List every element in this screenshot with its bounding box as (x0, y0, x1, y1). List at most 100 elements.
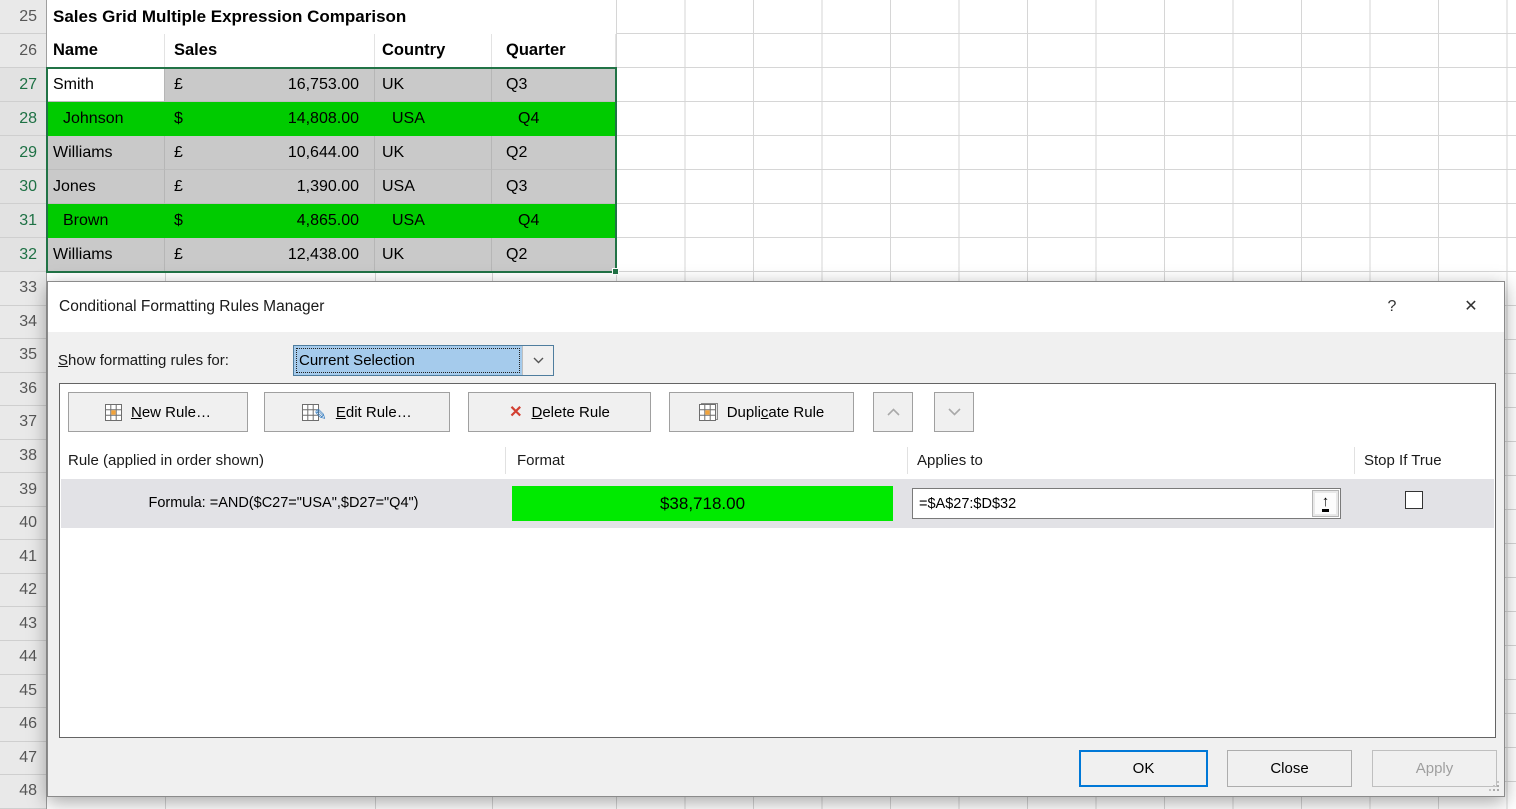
cell-country[interactable]: UK (375, 238, 492, 272)
delete-rule-button[interactable]: ✕ Delete Rule (468, 392, 651, 432)
header-country[interactable]: Country (375, 34, 492, 68)
delete-rule-label: Delete Rule (532, 404, 610, 421)
new-rule-label: New Rule… (131, 404, 211, 421)
close-button[interactable]: Close (1227, 750, 1352, 787)
header-name[interactable]: Name (47, 34, 165, 68)
header-sales[interactable]: Sales (165, 34, 375, 68)
header-quarter[interactable]: Quarter (492, 34, 616, 68)
row-header[interactable]: 28 (0, 102, 46, 136)
rule-list-item[interactable]: Formula: =AND($C27="USA",$D27="Q4") $38,… (61, 479, 1494, 528)
apply-button[interactable]: Apply (1372, 750, 1497, 787)
cell-country[interactable]: UK (375, 68, 492, 102)
row-header[interactable]: 41 (0, 540, 46, 574)
collapse-dialog-icon: ↑ (1322, 495, 1330, 512)
applies-to-input[interactable] (912, 488, 1341, 519)
range-select-button[interactable]: ↑ (1312, 490, 1339, 517)
row-number: 44 (19, 648, 37, 666)
row-header[interactable]: 29 (0, 136, 46, 170)
table-row[interactable]: Brown $ 4,865.00 USA Q4 (47, 204, 616, 238)
cell-sales[interactable]: £ 10,644.00 (165, 136, 375, 170)
ok-button[interactable]: OK (1079, 750, 1208, 787)
move-rule-up-button[interactable] (873, 392, 913, 432)
row-header[interactable]: 39 (0, 473, 46, 507)
row-header[interactable]: 46 (0, 708, 46, 742)
cell-quarter[interactable]: Q4 (492, 102, 616, 136)
sales-amount: 4,865.00 (297, 204, 359, 237)
row-header[interactable]: 26 (0, 34, 46, 68)
row-header[interactable]: 42 (0, 574, 46, 608)
cell-name[interactable]: Brown (47, 204, 165, 238)
show-rules-label: Show formatting rules for: (58, 345, 229, 376)
stop-if-true-checkbox[interactable] (1405, 491, 1423, 509)
row-header[interactable]: 33 (0, 272, 46, 306)
row-number: 27 (19, 76, 37, 94)
row-header[interactable]: 48 (0, 775, 46, 809)
help-icon[interactable]: ? (1380, 282, 1404, 332)
selection-fill-handle[interactable] (612, 268, 619, 275)
row-header[interactable]: 34 (0, 306, 46, 340)
row-header[interactable]: 32 (0, 238, 46, 272)
row-header[interactable]: 30 (0, 170, 46, 204)
cell-sales[interactable]: £ 16,753.00 (165, 68, 375, 102)
dropdown-selected-value: Current Selection (294, 346, 522, 375)
cell-quarter[interactable]: Q2 (492, 136, 616, 170)
row-header[interactable]: 36 (0, 373, 46, 407)
row-header[interactable]: 38 (0, 440, 46, 474)
cell-sales[interactable]: $ 4,865.00 (165, 204, 375, 238)
cell-name[interactable]: Williams (47, 238, 165, 272)
row-number: 29 (19, 144, 37, 162)
cell-sales[interactable]: £ 1,390.00 (165, 170, 375, 204)
dropdown-button[interactable] (522, 346, 553, 375)
row-header[interactable]: 25 (0, 0, 46, 34)
conditional-formatting-rules-manager-dialog: Conditional Formatting Rules Manager ? ✕… (47, 281, 1505, 797)
row-header[interactable]: 44 (0, 641, 46, 675)
cell-country[interactable]: USA (375, 204, 492, 238)
row-number: 46 (19, 715, 37, 733)
move-rule-down-button[interactable] (934, 392, 974, 432)
row-header[interactable]: 37 (0, 406, 46, 440)
table-body: Smith £ 16,753.00 UK Q3 Johnson $ 14,808… (47, 68, 616, 272)
row-header[interactable]: 45 (0, 675, 46, 709)
close-icon[interactable]: ✕ (1456, 282, 1486, 332)
sheet-title-cell[interactable]: Sales Grid Multiple Expression Compariso… (47, 0, 616, 34)
table-row[interactable]: Smith £ 16,753.00 UK Q3 (47, 68, 616, 102)
row-number: 28 (19, 110, 37, 128)
chevron-down-icon (948, 408, 961, 416)
row-header[interactable]: 43 (0, 607, 46, 641)
currency-symbol: £ (174, 170, 183, 203)
cell-name[interactable]: Johnson (47, 102, 165, 136)
new-rule-button[interactable]: New Rule… (68, 392, 248, 432)
cell-quarter[interactable]: Q4 (492, 204, 616, 238)
table-row[interactable]: Williams £ 10,644.00 UK Q2 (47, 136, 616, 170)
row-header[interactable]: 40 (0, 507, 46, 541)
row-header[interactable]: 47 (0, 742, 46, 776)
row-header[interactable]: 27 (0, 68, 46, 102)
cell-quarter[interactable]: Q2 (492, 238, 616, 272)
cell-country[interactable]: UK (375, 136, 492, 170)
row-number: 32 (19, 246, 37, 264)
currency-symbol: £ (174, 68, 183, 101)
cell-sales[interactable]: £ 12,438.00 (165, 238, 375, 272)
delete-x-icon: ✕ (509, 402, 522, 422)
row-header[interactable]: 31 (0, 204, 46, 238)
cell-sales[interactable]: $ 14,808.00 (165, 102, 375, 136)
cell-quarter[interactable]: Q3 (492, 68, 616, 102)
table-row[interactable]: Williams £ 12,438.00 UK Q2 (47, 238, 616, 272)
edit-rule-button[interactable]: ✎ Edit Rule… (264, 392, 450, 432)
row-number: 37 (19, 413, 37, 431)
cell-name[interactable]: Williams (47, 136, 165, 170)
row-number: 25 (19, 8, 37, 26)
cell-name[interactable]: Jones (47, 170, 165, 204)
table-row[interactable]: Jones £ 1,390.00 USA Q3 (47, 170, 616, 204)
show-rules-dropdown[interactable]: Current Selection (293, 345, 554, 376)
cell-name[interactable]: Smith (47, 68, 165, 102)
applies-to-field-wrap: ↑ (912, 488, 1341, 519)
cell-country[interactable]: USA (375, 102, 492, 136)
duplicate-rule-button[interactable]: Duplicate Rule (669, 392, 854, 432)
cell-country[interactable]: USA (375, 170, 492, 204)
cell-quarter[interactable]: Q3 (492, 170, 616, 204)
row-number: 31 (19, 212, 37, 230)
table-row[interactable]: Johnson $ 14,808.00 USA Q4 (47, 102, 616, 136)
resize-grip[interactable] (1488, 780, 1500, 792)
row-header[interactable]: 35 (0, 339, 46, 373)
